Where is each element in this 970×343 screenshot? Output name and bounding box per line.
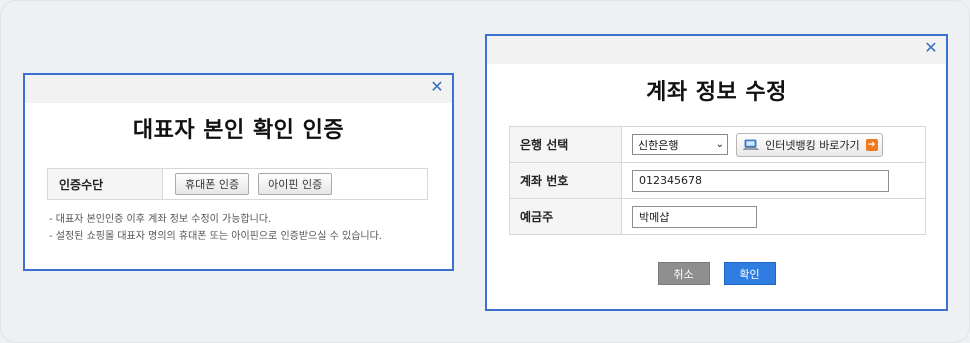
arrow-right-icon: ➔ bbox=[865, 138, 878, 151]
bank-select-value: 신한은행 bbox=[638, 138, 679, 152]
account-number-row: 계좌 번호 012345678 bbox=[509, 162, 926, 199]
dialog-titlebar: ✕ bbox=[25, 75, 452, 103]
bank-row: 은행 선택 신한은행 ⌄ 인터넷뱅킹 바로가기 ➔ bbox=[509, 126, 926, 163]
phone-auth-button[interactable]: 휴대폰 인증 bbox=[175, 173, 250, 195]
account-number-input[interactable]: 012345678 bbox=[632, 169, 889, 192]
bank-select[interactable]: 신한은행 ⌄ bbox=[632, 134, 728, 155]
dialog-title: 계좌 정보 수정 bbox=[646, 80, 787, 105]
account-holder-input[interactable]: 박메샵 bbox=[632, 205, 757, 228]
netbank-shortcut-label: 인터넷뱅킹 바로가기 bbox=[765, 138, 860, 152]
confirm-button[interactable]: 확인 bbox=[723, 262, 776, 285]
account-holder-label: 예금주 bbox=[509, 198, 622, 235]
bank-label: 은행 선택 bbox=[509, 126, 622, 163]
close-icon[interactable]: ✕ bbox=[430, 79, 444, 95]
dialog-actions: 취소 확인 bbox=[487, 262, 946, 285]
computer-icon bbox=[742, 139, 760, 151]
close-icon[interactable]: ✕ bbox=[924, 40, 938, 56]
auth-note-line: - 대표자 본인인증 이후 계좌 정보 수정이 가능합니다. bbox=[49, 214, 272, 225]
account-edit-dialog: ✕ 계좌 정보 수정 은행 선택 신한은행 ⌄ 인터넷뱅킹 바로가기 ➔ 계좌 … bbox=[485, 34, 948, 311]
account-form-table: 은행 선택 신한은행 ⌄ 인터넷뱅킹 바로가기 ➔ 계좌 번호 01234567… bbox=[509, 126, 926, 235]
chevron-down-icon: ⌄ bbox=[715, 139, 724, 150]
auth-method-label: 인증수단 bbox=[48, 169, 163, 199]
cancel-button[interactable]: 취소 bbox=[657, 262, 710, 285]
account-number-label: 계좌 번호 bbox=[509, 162, 622, 199]
identity-verification-dialog: ✕ 대표자 본인 확인 인증 인증수단 휴대폰 인증 아이핀 인증 - 대표자 … bbox=[23, 73, 454, 271]
netbank-shortcut-button[interactable]: 인터넷뱅킹 바로가기 ➔ bbox=[736, 132, 883, 157]
dialog-title: 대표자 본인 확인 인증 bbox=[132, 118, 345, 143]
account-holder-row: 예금주 박메샵 bbox=[509, 198, 926, 235]
auth-notes: - 대표자 본인인증 이후 계좌 정보 수정이 가능합니다. - 설정된 쇼핑몰… bbox=[49, 212, 382, 245]
auth-method-options: 휴대폰 인증 아이핀 인증 bbox=[163, 169, 333, 199]
auth-note-line: - 설정된 쇼핑몰 대표자 명의의 휴대폰 또는 아이핀으로 인증받으실 수 있… bbox=[49, 230, 382, 242]
ipin-auth-button[interactable]: 아이핀 인증 bbox=[258, 173, 333, 195]
auth-method-row: 인증수단 휴대폰 인증 아이핀 인증 bbox=[47, 168, 428, 200]
dialog-titlebar: ✕ bbox=[487, 36, 946, 64]
